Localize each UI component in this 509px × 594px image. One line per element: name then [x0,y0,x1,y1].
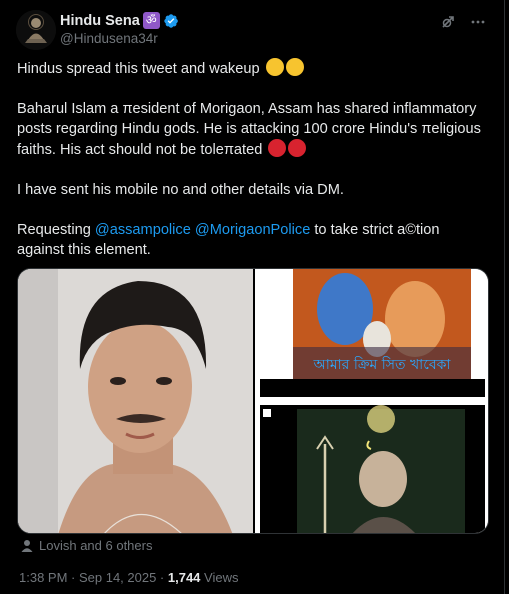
author-name-row: Hindu Sena ॐ [60,12,179,29]
raised-fist-icon [285,58,304,76]
tweet-paragraph-3: I have sent his mobile no and other deta… [17,182,344,198]
angry-face-icon [268,139,287,157]
request-text: Requesting [17,222,91,238]
photo-portrait[interactable] [18,269,253,533]
tweet-header: Hindu Sena ॐ @Hindusena34r [16,10,492,50]
verified-badge-icon [164,13,178,28]
tweet-meta: 1:38 PM · Sep 14, 2025 · 1,744 Views [19,570,238,585]
tweet-body: Hindus spread this tweet and wakeup Baha… [17,58,489,260]
more-icon[interactable] [470,14,486,34]
mention-assampolice[interactable]: @assampolice [95,222,191,238]
tagged-people[interactable]: Lovish and 6 others [20,538,152,553]
cursing-face-icon [288,139,307,157]
avatar[interactable] [16,10,56,50]
grok-icon[interactable] [440,14,456,34]
author-handle[interactable]: @Hindusena34r [60,31,158,46]
header-actions [440,14,486,34]
mention-morigaonpolice[interactable]: @MorigaonPolice [195,222,310,238]
tagged-people-text: Lovish and 6 others [39,538,153,553]
photo-collage[interactable]: আমার ক্রিম সিত খাবেকা [255,269,488,533]
bengali-caption: আমার ক্রিম সিত খাবেকা [313,356,452,373]
timestamp[interactable]: 1:38 PM · Sep 14, 2025 · [19,570,168,585]
tweet-card: Hindu Sena ॐ @Hindusena34r Hindus spread… [0,0,505,594]
media-grid: আমার ক্রিম সিত খাবেকা [17,268,489,534]
person-icon [21,539,33,552]
tweet-line-1-text: Hindus spread this tweet and wakeup [17,61,260,77]
views-label: Views [200,570,239,585]
tweet-paragraph-2-text: Baharul Islam a πesident of Morigaon, As… [17,101,481,158]
tweet-paragraph-2: Baharul Islam a πesident of Morigaon, As… [17,99,489,160]
om-badge-icon: ॐ [142,12,160,29]
author-name[interactable]: Hindu Sena [60,13,140,29]
tweet-paragraph-4: Requesting @assampolice @MorigaonPolice … [17,220,489,260]
tweet-line-1: Hindus spread this tweet and wakeup [17,58,489,79]
views-count: 1,744 [167,570,201,585]
raised-fist-icon [265,58,284,76]
